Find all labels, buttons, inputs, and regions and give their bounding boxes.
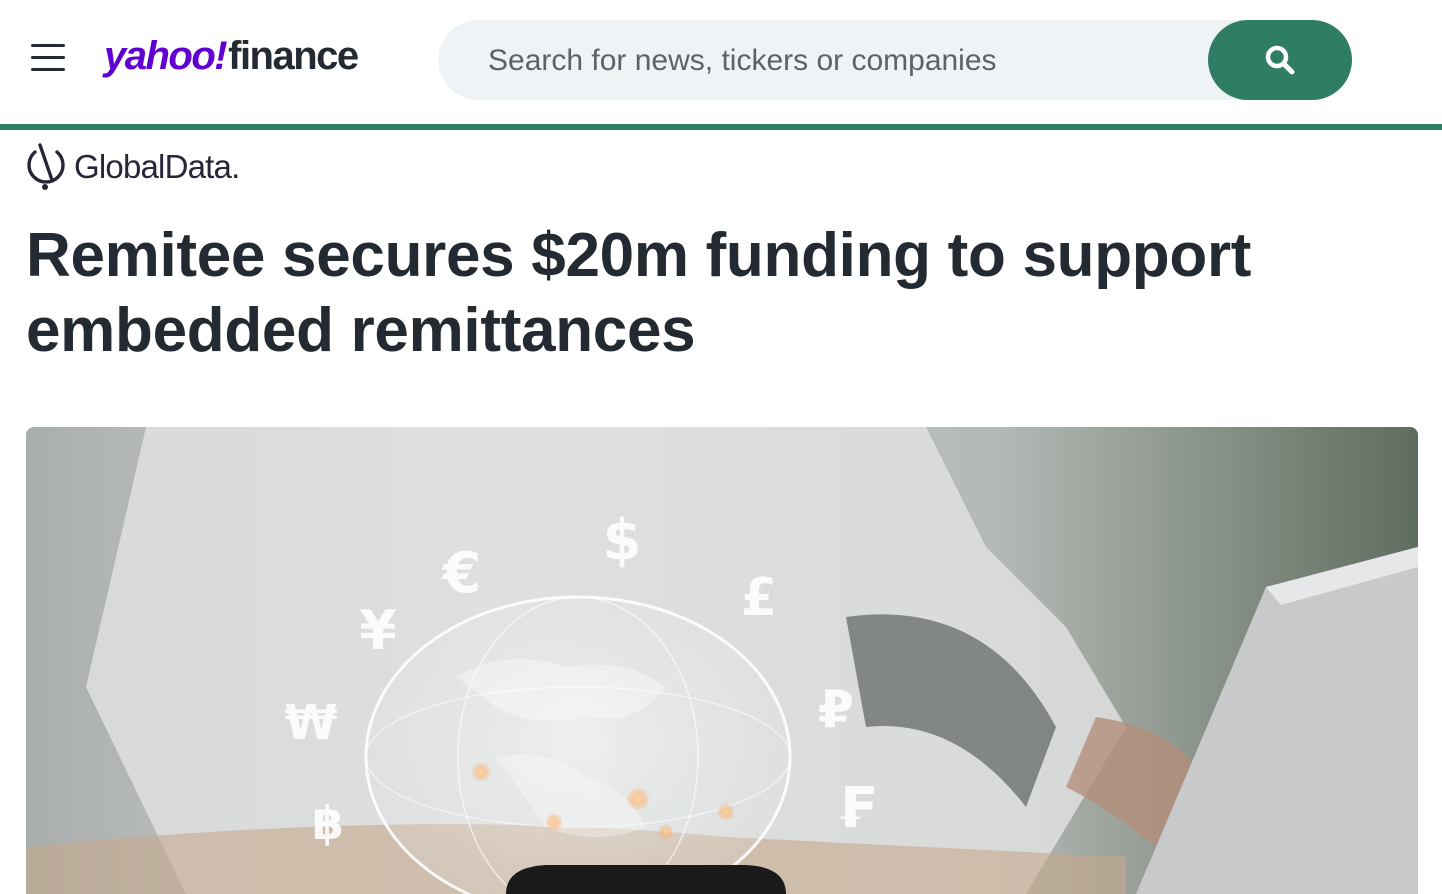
hamburger-menu-icon[interactable] bbox=[28, 40, 68, 76]
article-title: Remitee secures $20m funding to support … bbox=[26, 221, 1252, 365]
publisher-name: GlobalData. bbox=[74, 148, 240, 185]
publisher-logo[interactable]: GlobalData. bbox=[26, 142, 240, 192]
yen-symbol: ¥ bbox=[359, 599, 397, 662]
won-symbol: ₩ bbox=[285, 695, 338, 751]
logo-bang-text: ! bbox=[214, 34, 227, 78]
hero-photo: $ € £ ¥ ₽ ₩ ₣ ฿ bbox=[26, 427, 1418, 894]
site-header: yahoo ! finance bbox=[0, 0, 1442, 124]
logo-finance-text: finance bbox=[228, 34, 359, 78]
search-icon bbox=[1265, 45, 1295, 75]
globaldata-logo-icon bbox=[27, 143, 65, 190]
euro-symbol: € bbox=[441, 541, 482, 606]
search-input[interactable] bbox=[486, 20, 1210, 102]
ruble-symbol: ₽ bbox=[818, 680, 854, 740]
article-hero-image: $ € £ ¥ ₽ ₩ ₣ ฿ bbox=[26, 427, 1418, 894]
baht-symbol: ฿ bbox=[312, 796, 344, 850]
dollar-symbol: $ bbox=[603, 508, 642, 573]
logo-yahoo-text: yahoo bbox=[104, 34, 216, 78]
yahoo-finance-logo[interactable]: yahoo ! finance bbox=[104, 34, 359, 84]
search-button[interactable] bbox=[1208, 20, 1352, 100]
header-divider bbox=[0, 124, 1442, 130]
pound-symbol: £ bbox=[741, 568, 777, 628]
search-bar bbox=[438, 20, 1352, 102]
franc-symbol: ₣ bbox=[837, 776, 876, 841]
page: yahoo ! finance GlobalData. Remitee secu… bbox=[0, 0, 1442, 894]
